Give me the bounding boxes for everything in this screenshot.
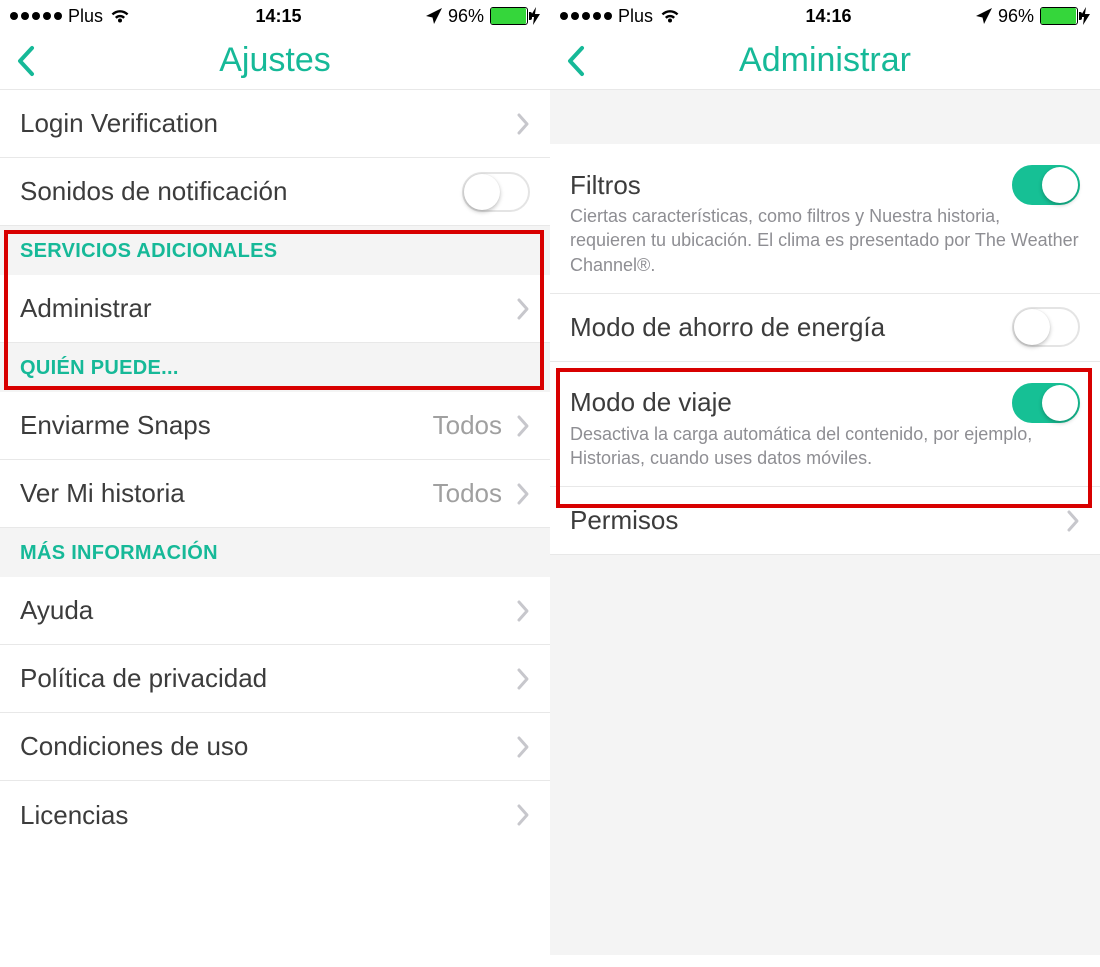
row-label: Permisos [570,505,678,536]
row-label: Modo de viaje [570,387,732,418]
back-button[interactable] [14,44,36,78]
toggle-notification-sounds[interactable] [462,172,530,212]
row-label: Política de privacidad [20,663,267,694]
wifi-icon [109,8,131,24]
nav-title: Administrar [739,41,911,80]
status-bar: Plus 14:15 96% [0,0,550,32]
chevron-right-icon [516,667,530,691]
chevron-right-icon [516,803,530,827]
row-permisos[interactable]: Permisos [550,487,1100,555]
row-label: Licencias [20,800,128,831]
row-value: Todos [433,410,502,441]
battery-pct-label: 96% [998,6,1034,27]
row-sub-filtros: Ciertas características, como filtros y … [550,204,1100,294]
row-value: Todos [433,478,502,509]
row-notification-sounds[interactable]: Sonidos de notificación [0,158,550,226]
toggle-ahorro[interactable] [1012,307,1080,347]
row-label: Filtros [570,170,641,201]
row-modo-viaje[interactable]: Modo de viaje [550,362,1100,430]
section-header-quien: QUIÉN PUEDE... [0,343,550,392]
chevron-right-icon [516,482,530,506]
row-label: Sonidos de notificación [20,176,287,207]
location-icon [976,8,992,24]
row-login-verification[interactable]: Login Verification [0,90,550,158]
chevron-right-icon [516,297,530,321]
row-privacidad[interactable]: Política de privacidad [0,645,550,713]
back-button[interactable] [564,44,586,78]
section-header-servicios: SERVICIOS ADICIONALES [0,226,550,275]
carrier-label: Plus [68,6,103,27]
row-label: Login Verification [20,108,218,139]
nav-bar: Administrar [550,32,1100,90]
signal-dots-icon [10,12,62,20]
phone-right: Plus 14:16 96% [550,0,1100,967]
row-label: Enviarme Snaps [20,410,211,441]
row-filtros[interactable]: Filtros [550,144,1100,212]
battery-pct-label: 96% [448,6,484,27]
row-label: Condiciones de uso [20,731,248,762]
row-administrar[interactable]: Administrar [0,275,550,343]
row-sub-viaje: Desactiva la carga automática del conten… [550,422,1100,488]
wifi-icon [659,8,681,24]
carrier-label: Plus [618,6,653,27]
row-label: Ayuda [20,595,93,626]
row-label: Administrar [20,293,151,324]
section-header-mas: MÁS INFORMACIÓN [0,528,550,577]
chevron-right-icon [516,112,530,136]
row-licencias[interactable]: Licencias [0,781,550,849]
chevron-right-icon [516,735,530,759]
row-ver-mi-historia[interactable]: Ver Mi historia Todos [0,460,550,528]
battery-icon [1040,7,1078,25]
location-icon [426,8,442,24]
nav-bar: Ajustes [0,32,550,90]
row-condiciones[interactable]: Condiciones de uso [0,713,550,781]
status-bar: Plus 14:16 96% [550,0,1100,32]
phone-left: Plus 14:15 96% [0,0,550,967]
signal-dots-icon [560,12,612,20]
row-ahorro-energia[interactable]: Modo de ahorro de energía [550,294,1100,362]
toggle-modo-viaje[interactable] [1012,383,1080,423]
nav-title: Ajustes [219,41,331,80]
chevron-right-icon [516,414,530,438]
row-ayuda[interactable]: Ayuda [0,577,550,645]
section-spacer [550,90,1100,144]
empty-area [550,555,1100,955]
clock-label: 14:15 [255,6,301,27]
chevron-right-icon [1066,509,1080,533]
toggle-filtros[interactable] [1012,165,1080,205]
row-enviarme-snaps[interactable]: Enviarme Snaps Todos [0,392,550,460]
row-label: Ver Mi historia [20,478,185,509]
battery-icon [490,7,528,25]
row-label: Modo de ahorro de energía [570,312,885,343]
chevron-right-icon [516,599,530,623]
clock-label: 14:16 [805,6,851,27]
